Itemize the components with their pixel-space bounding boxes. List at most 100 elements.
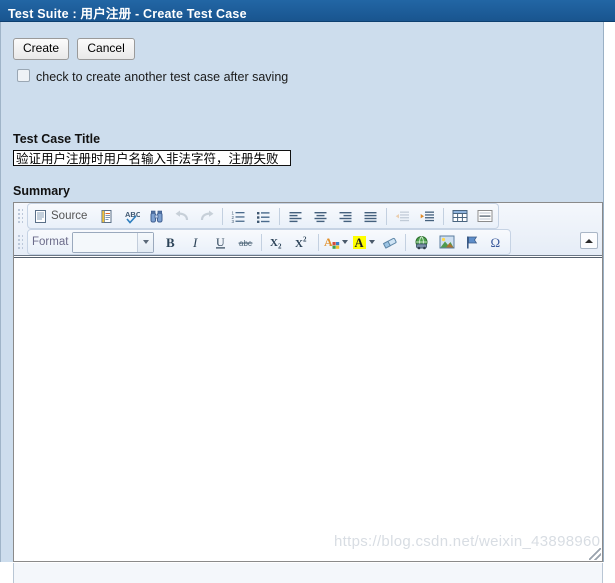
bulleted-list-button[interactable] xyxy=(252,205,275,228)
editor-toolbar: Source ABC 1 2 3 Format B I U abc X 2 X … xyxy=(14,203,602,256)
align-center-button[interactable] xyxy=(309,205,332,228)
horizontal-rule-button[interactable] xyxy=(473,205,496,228)
underline-icon: U xyxy=(214,235,228,250)
page-title: Test Suite : 用户注册 - Create Test Case xyxy=(8,7,247,21)
test-case-title-input[interactable]: 验证用户注册时用户名输入非法字符，注册失败 xyxy=(13,150,291,166)
redo-button[interactable] xyxy=(195,205,218,228)
svg-text:A: A xyxy=(355,236,364,250)
collapse-toolbar-button[interactable] xyxy=(580,232,598,249)
superscript-icon: X 2 xyxy=(294,235,311,250)
align-left-icon xyxy=(288,209,303,224)
bold-button[interactable]: B xyxy=(159,231,182,254)
svg-text:2: 2 xyxy=(303,235,307,243)
align-justify-icon xyxy=(363,209,378,224)
flag-anchor-icon xyxy=(464,235,479,250)
outdent-icon xyxy=(395,209,410,224)
image-icon xyxy=(439,235,455,249)
editor-toolbar-row-2: Format B I U abc X 2 X 2 A A Ω xyxy=(14,229,602,255)
summary-editing-area[interactable] xyxy=(14,257,602,561)
abc-spellcheck-icon: ABC xyxy=(124,209,140,224)
triangle-up-icon xyxy=(585,238,593,243)
source-button[interactable]: Source xyxy=(30,205,93,228)
templates-button[interactable] xyxy=(95,205,118,228)
chevron-down-icon[interactable] xyxy=(369,240,376,244)
source-button-label: Source xyxy=(51,210,88,222)
italic-icon: I xyxy=(189,235,203,250)
binoculars-find-icon xyxy=(149,209,164,224)
image-button[interactable] xyxy=(435,231,458,254)
outdent-button[interactable] xyxy=(391,205,414,228)
svg-text:B: B xyxy=(166,235,175,250)
format-select-value xyxy=(73,232,138,252)
horizontal-rule-icon xyxy=(477,209,493,223)
subscript-icon: X 2 xyxy=(269,235,286,250)
text-color-button[interactable]: A xyxy=(323,231,349,254)
underline-button[interactable]: U xyxy=(209,231,232,254)
align-right-button[interactable] xyxy=(334,205,357,228)
text-color-icon: A xyxy=(324,235,340,250)
editor-toolbar-row-1: Source ABC 1 2 3 xyxy=(14,203,602,229)
create-another-row: check to create another test case after … xyxy=(17,69,288,84)
summary-rich-text-editor: Source ABC 1 2 3 Format B I U abc X 2 X … xyxy=(13,202,603,562)
numbered-list-icon: 1 2 3 xyxy=(231,209,246,224)
format-select[interactable] xyxy=(72,231,155,253)
link-button[interactable] xyxy=(410,231,433,254)
cancel-button[interactable]: Cancel xyxy=(77,38,135,60)
svg-text:X: X xyxy=(295,238,303,250)
undo-button[interactable] xyxy=(170,205,193,228)
toolbar-grip-icon[interactable] xyxy=(17,234,23,250)
toolbar-grip-icon[interactable] xyxy=(17,208,23,224)
remove-format-button[interactable] xyxy=(378,231,401,254)
svg-text:U: U xyxy=(216,235,225,249)
align-justify-button[interactable] xyxy=(359,205,382,228)
spellcheck-button[interactable]: ABC xyxy=(120,205,143,228)
page-body: Create Cancel check to create another te… xyxy=(0,22,604,583)
text-caret xyxy=(13,150,14,166)
special-char-button[interactable]: Ω xyxy=(485,231,508,254)
find-button[interactable] xyxy=(145,205,168,228)
toolbar-group-document: Source ABC 1 2 3 xyxy=(27,203,500,229)
indent-button[interactable] xyxy=(416,205,439,228)
svg-text:2: 2 xyxy=(278,242,282,250)
italic-button[interactable]: I xyxy=(184,231,207,254)
background-color-icon: A xyxy=(352,235,367,250)
svg-text:A: A xyxy=(324,235,333,249)
page-content: Create Cancel check to create another te… xyxy=(5,22,603,583)
undo-arrow-icon xyxy=(174,209,190,224)
toolbar-separator xyxy=(222,207,224,225)
action-button-row: Create Cancel xyxy=(13,38,140,60)
create-another-checkbox[interactable] xyxy=(17,69,30,82)
align-center-icon xyxy=(313,209,328,224)
table-icon xyxy=(452,209,468,223)
format-combo-label: Format xyxy=(32,236,69,248)
table-button[interactable] xyxy=(448,205,471,228)
toolbar-separator xyxy=(279,207,281,225)
bold-icon: B xyxy=(164,235,178,250)
strikethrough-icon: abc xyxy=(238,235,254,250)
create-test-case-page: Test Suite : 用户注册 - Create Test Case Cre… xyxy=(0,0,615,583)
editor-footer-strip xyxy=(13,563,603,583)
create-button[interactable]: Create xyxy=(13,38,70,60)
redo-arrow-icon xyxy=(199,209,215,224)
align-right-icon xyxy=(338,209,353,224)
toolbar-separator xyxy=(261,233,263,251)
bulleted-list-icon xyxy=(256,209,271,224)
document-source-icon xyxy=(33,209,48,224)
numbered-list-button[interactable]: 1 2 3 xyxy=(227,205,250,228)
strikethrough-button[interactable]: abc xyxy=(234,231,257,254)
svg-text:I: I xyxy=(192,235,198,250)
align-left-button[interactable] xyxy=(284,205,307,228)
chevron-down-icon[interactable] xyxy=(137,232,154,252)
globe-link-icon xyxy=(414,235,430,250)
toolbar-separator xyxy=(443,207,445,225)
superscript-button[interactable]: X 2 xyxy=(291,231,314,254)
editor-resize-handle[interactable] xyxy=(589,548,601,560)
chevron-down-icon[interactable] xyxy=(342,240,349,244)
omega-special-char-icon: Ω xyxy=(489,235,504,250)
anchor-button[interactable] xyxy=(460,231,483,254)
toolbar-separator xyxy=(386,207,388,225)
eraser-icon xyxy=(382,235,398,250)
subscript-button[interactable]: X 2 xyxy=(266,231,289,254)
svg-text:3: 3 xyxy=(232,219,235,224)
background-color-button[interactable]: A xyxy=(351,231,376,254)
